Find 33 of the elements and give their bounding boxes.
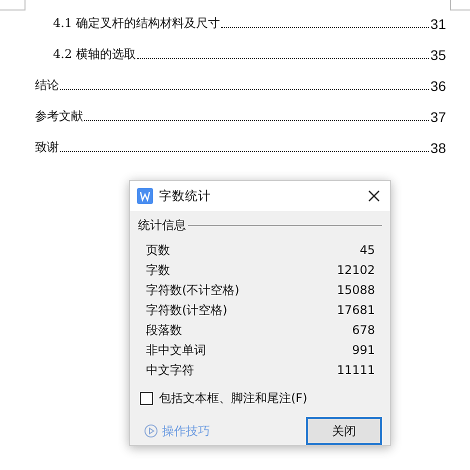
group-label: 统计信息: [138, 217, 186, 234]
dialog-title: 字数统计: [159, 188, 212, 204]
stat-label: 页数: [146, 242, 170, 258]
toc-entry-title: 4.1 确定叉杆的结构材料及尺寸: [53, 15, 220, 32]
toc-entry-title: 致谢: [35, 139, 59, 156]
stat-label: 中文字符: [146, 362, 194, 378]
toc-entry-title: 结论: [35, 77, 59, 94]
stat-label: 字符数(不计空格): [146, 282, 240, 298]
crop-mark: [450, 0, 470, 11]
checkbox-label: 包括文本框、脚注和尾注(F): [159, 390, 308, 407]
page-number: 37: [430, 109, 446, 125]
stat-value: 15088: [336, 283, 375, 297]
stat-label: 字符数(计空格): [146, 302, 228, 318]
page-number: 31: [430, 16, 446, 32]
stat-value: 678: [352, 323, 375, 337]
crop-mark: [0, 0, 26, 11]
page-number: 36: [430, 78, 446, 94]
toc-entry-title: 参考文献: [35, 108, 83, 125]
page-number: 35: [430, 47, 446, 63]
stat-label: 段落数: [146, 322, 182, 338]
app-logo-icon: [137, 188, 153, 204]
stat-value: 17681: [336, 303, 375, 317]
stat-value: 12102: [336, 263, 375, 277]
stat-value: 991: [352, 343, 375, 357]
checkbox[interactable]: [140, 392, 153, 405]
play-icon: [144, 424, 158, 438]
stat-value: 45: [360, 243, 375, 257]
stat-label: 字数: [146, 262, 170, 278]
stat-label: 非中文单词: [146, 342, 206, 358]
close-button[interactable]: 关闭: [306, 417, 382, 445]
stat-value: 11111: [336, 363, 375, 377]
toc-entry-title: 4.2 横轴的选取: [53, 46, 136, 63]
page-number: 38: [430, 140, 446, 156]
